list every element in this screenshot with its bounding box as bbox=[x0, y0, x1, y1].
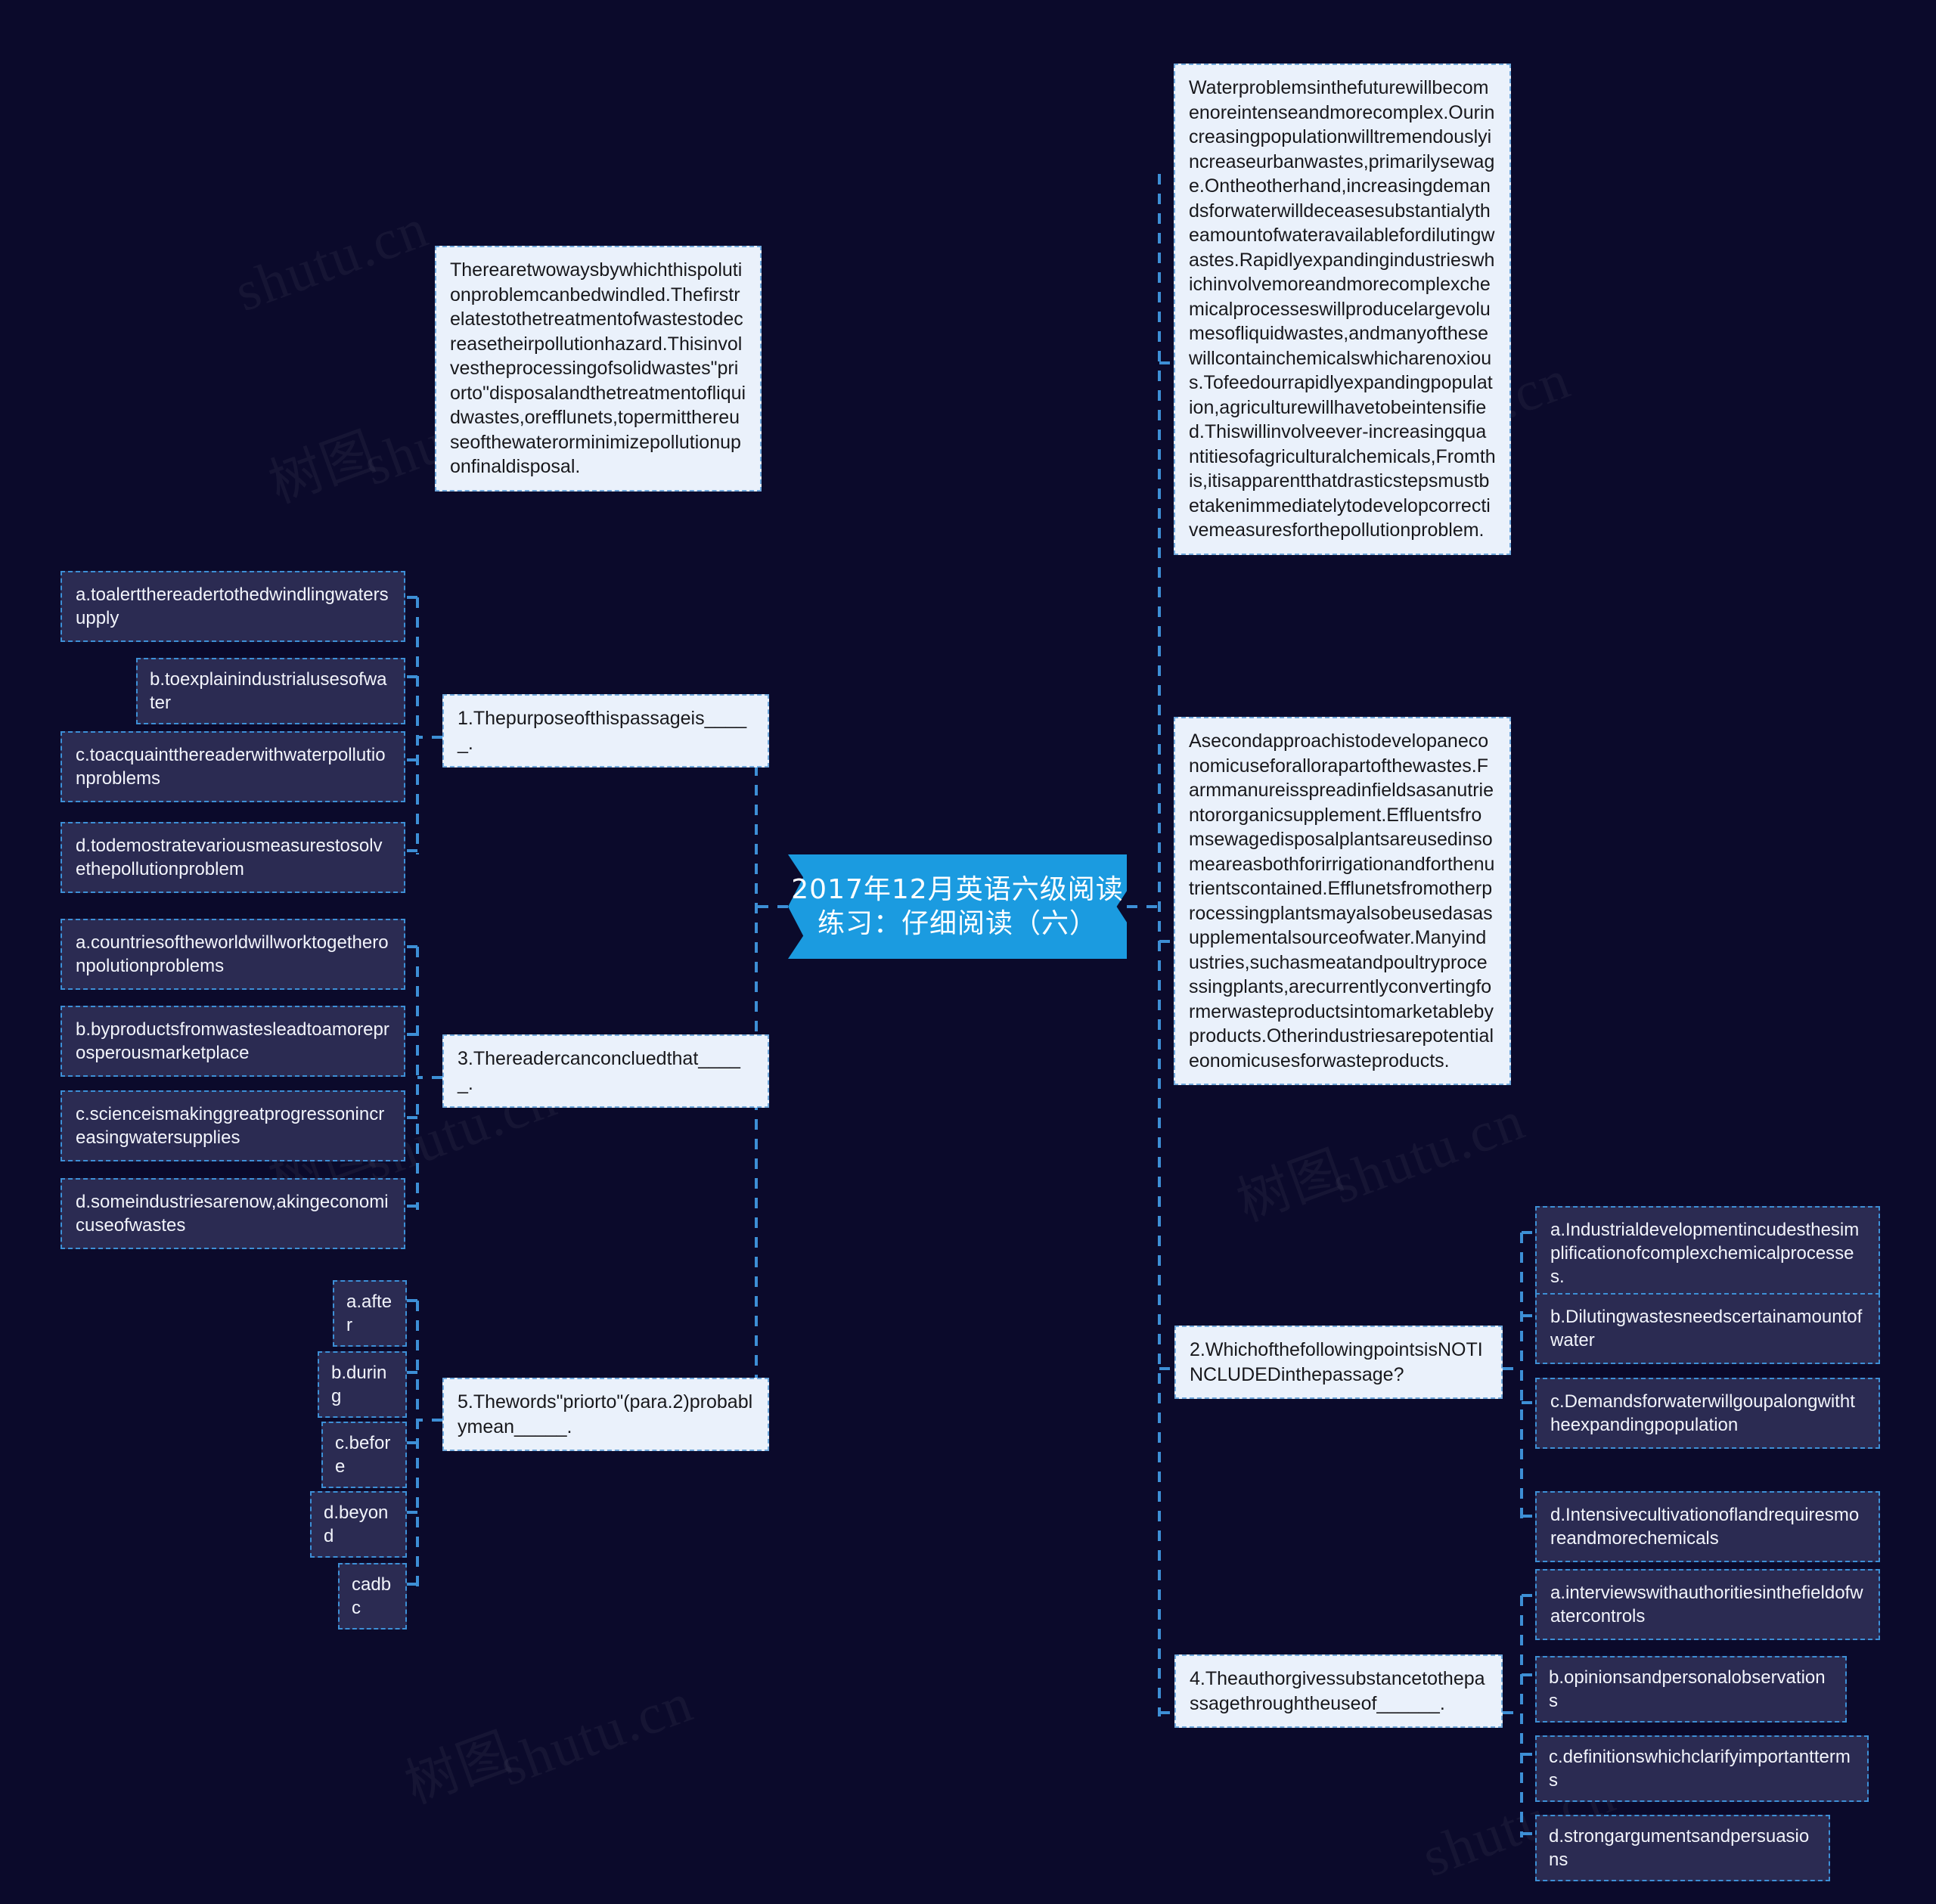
option-node-q3-a[interactable]: a.countriesoftheworldwillworktogetheronp… bbox=[60, 919, 405, 991]
option-node-q4-d[interactable]: d.strongargumentsandpersuasions bbox=[1535, 1815, 1830, 1882]
root-label-line2: 练习：仔细阅读（六） bbox=[817, 908, 1097, 939]
option-node-q5-a[interactable]: a.after bbox=[333, 1280, 407, 1347]
root-label: 2017年12月英语六级阅读 练习：仔细阅读（六） bbox=[788, 854, 1127, 959]
question-node-4[interactable]: 4.Theauthorgivessubstancetothepassagethr… bbox=[1174, 1654, 1503, 1728]
watermark-cjk: 树图 bbox=[393, 1710, 522, 1819]
root-label-line1: 2017年12月英语六级阅读 bbox=[791, 874, 1124, 905]
option-text: d.Intensivecultivationoflandrequiresmore… bbox=[1550, 1505, 1860, 1549]
watermark-cjk: 树图 bbox=[1225, 1127, 1354, 1236]
option-node-q2-b[interactable]: b.Dilutingwastesneedscertainamountofwate… bbox=[1535, 1293, 1880, 1365]
option-text: c.definitionswhichclarifyimportantterms bbox=[1549, 1747, 1851, 1791]
option-node-q1-c[interactable]: c.toacquaintthereaderwithwaterpollutionp… bbox=[60, 731, 405, 803]
option-text: d.beyond bbox=[324, 1502, 389, 1547]
passage-node-3[interactable]: Asecondapproachistodevelopaneconomicusef… bbox=[1174, 717, 1511, 1085]
option-node-q2-d[interactable]: d.Intensivecultivationoflandrequiresmore… bbox=[1535, 1491, 1880, 1563]
option-node-q3-d[interactable]: d.someindustriesarenow,akingeconomicuseo… bbox=[60, 1178, 405, 1250]
option-text: b.opinionsandpersonalobservations bbox=[1549, 1667, 1826, 1712]
question-text: 4.Theauthorgivessubstancetothepassagethr… bbox=[1190, 1668, 1485, 1714]
option-node-q3-c[interactable]: c.scienceismakinggreatprogressonincreasi… bbox=[60, 1090, 405, 1162]
option-node-q1-b[interactable]: b.toexplainindustrialusesofwater bbox=[136, 658, 405, 725]
watermark-latin: shutu.cn bbox=[1323, 1088, 1534, 1217]
option-text: c.before bbox=[335, 1433, 391, 1478]
option-node-q1-d[interactable]: d.todemostratevariousmeasurestosolvethep… bbox=[60, 822, 405, 894]
question-node-1[interactable]: 1.Thepurposeofthispassageis_____. bbox=[442, 694, 769, 767]
question-node-3[interactable]: 3.Thereadercanconcluedthat_____. bbox=[442, 1034, 769, 1108]
option-node-q5-d[interactable]: d.beyond bbox=[310, 1491, 407, 1558]
option-text: cadbc bbox=[352, 1574, 392, 1619]
option-node-q5-answer[interactable]: cadbc bbox=[338, 1563, 407, 1630]
option-text: a.interviewswithauthoritiesinthefieldofw… bbox=[1550, 1583, 1863, 1627]
question-text: 3.Thereadercanconcluedthat_____. bbox=[458, 1048, 740, 1094]
option-node-q5-b[interactable]: b.during bbox=[318, 1351, 407, 1419]
option-text: b.Dilutingwastesneedscertainamountofwate… bbox=[1550, 1307, 1863, 1351]
question-text: 2.WhichofthefollowingpointsisNOTINCLUDED… bbox=[1190, 1339, 1483, 1385]
passage-node-1[interactable]: Waterproblemsinthefuturewillbecomenorein… bbox=[1174, 64, 1511, 555]
option-node-q2-c[interactable]: c.Demandsforwaterwillgoupalongwiththeexp… bbox=[1535, 1378, 1880, 1450]
option-text: a.countriesoftheworldwillworktogetheronp… bbox=[76, 932, 389, 977]
question-node-5[interactable]: 5.Thewords"priorto"(para.2)probablymean_… bbox=[442, 1378, 769, 1451]
option-node-q4-a[interactable]: a.interviewswithauthoritiesinthefieldofw… bbox=[1535, 1569, 1880, 1641]
mindmap-canvas: 树图 shutu.cn 树图 shutu.cn 树图 shutu.cn 树图 s… bbox=[0, 0, 1936, 1904]
passage-text: Therearetwowaysbywhichthispolutionproble… bbox=[450, 259, 746, 477]
option-text: c.toacquaintthereaderwithwaterpollutionp… bbox=[76, 745, 386, 789]
option-text: b.during bbox=[331, 1363, 387, 1407]
passage-node-2[interactable]: Therearetwowaysbywhichthispolutionproble… bbox=[435, 246, 762, 492]
option-text: d.someindustriesarenow,akingeconomicuseo… bbox=[76, 1192, 389, 1236]
watermark-latin: shutu.cn bbox=[492, 1670, 702, 1799]
option-text: b.toexplainindustrialusesofwater bbox=[150, 669, 387, 714]
question-text: 1.Thepurposeofthispassageis_____. bbox=[458, 708, 747, 754]
passage-text: Asecondapproachistodevelopaneconomicusef… bbox=[1189, 730, 1495, 1071]
option-text: b.byproductsfromwastesleadtoamoreprosper… bbox=[76, 1019, 389, 1064]
option-text: a.toalertthereadertothedwindlingwatersup… bbox=[76, 585, 389, 629]
option-text: d.strongargumentsandpersuasions bbox=[1549, 1826, 1810, 1871]
option-node-q1-a[interactable]: a.toalertthereadertothedwindlingwatersup… bbox=[60, 571, 405, 643]
option-node-q4-b[interactable]: b.opinionsandpersonalobservations bbox=[1535, 1656, 1847, 1723]
option-node-q5-c[interactable]: c.before bbox=[321, 1422, 407, 1489]
option-text: d.todemostratevariousmeasurestosolvethep… bbox=[76, 836, 383, 880]
option-text: c.scienceismakinggreatprogressonincreasi… bbox=[76, 1104, 385, 1149]
option-text: a.after bbox=[346, 1292, 392, 1336]
option-node-q3-b[interactable]: b.byproductsfromwastesleadtoamoreprosper… bbox=[60, 1006, 405, 1078]
option-text: c.Demandsforwaterwillgoupalongwiththeexp… bbox=[1550, 1391, 1855, 1436]
root-node[interactable]: 2017年12月英语六级阅读 练习：仔细阅读（六） bbox=[788, 854, 1127, 959]
option-node-q4-c[interactable]: c.definitionswhichclarifyimportantterms bbox=[1535, 1735, 1869, 1803]
question-node-2[interactable]: 2.WhichofthefollowingpointsisNOTINCLUDED… bbox=[1174, 1326, 1503, 1399]
passage-text: Waterproblemsinthefuturewillbecomenorein… bbox=[1189, 77, 1496, 541]
option-text: a.Industrialdevelopmentincudesthesimplif… bbox=[1550, 1220, 1860, 1288]
question-text: 5.Thewords"priorto"(para.2)probablymean_… bbox=[458, 1391, 753, 1437]
option-node-q2-a[interactable]: a.Industrialdevelopmentincudesthesimplif… bbox=[1535, 1206, 1880, 1301]
watermark-latin: shutu.cn bbox=[227, 196, 437, 324]
watermark-cjk: 树图 bbox=[257, 409, 386, 518]
